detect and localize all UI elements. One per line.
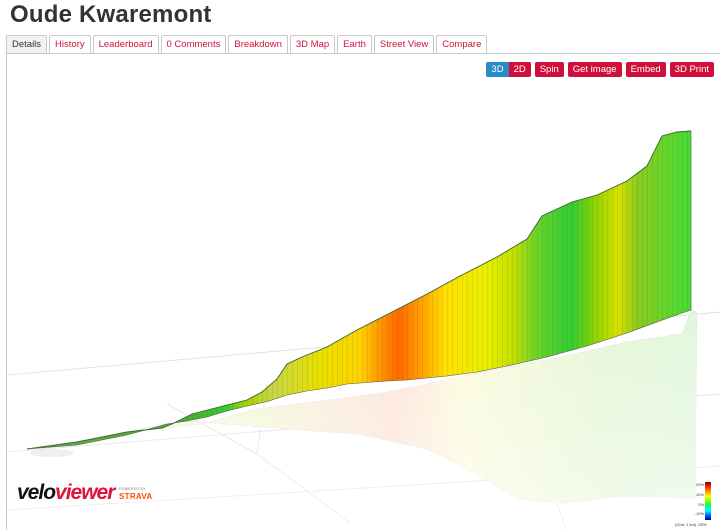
tab-street-view[interactable]: Street View [373, 35, 435, 53]
tab-3d-map[interactable]: 3D Map [289, 35, 336, 53]
legend-label-20: 20% [695, 482, 704, 487]
view-3d-button[interactable]: 3D [486, 62, 509, 77]
tab-bar: Details History Leaderboard 0 Comments B… [6, 35, 489, 53]
profile-panel: 3D 2D Spin Get image Embed 3D Print velo… [6, 53, 720, 530]
tab-earth[interactable]: Earth [337, 35, 372, 53]
legend-label-10: 10% [695, 492, 704, 497]
elevation-profile-3d[interactable] [7, 54, 720, 530]
strava-logo: STRAVA [119, 492, 153, 501]
spin-button[interactable]: Spin [534, 62, 564, 77]
tab-breakdown[interactable]: Breakdown [228, 35, 288, 53]
veloviewer-logo: veloviewer [17, 481, 115, 504]
tab-history[interactable]: History [49, 35, 91, 53]
logo-velo: velo [17, 481, 56, 504]
tab-compare[interactable]: Compare [436, 35, 488, 53]
page-title: Oude Kwaremont [10, 1, 212, 28]
3d-print-button[interactable]: 3D Print [669, 62, 714, 77]
tab-details[interactable]: Details [6, 35, 48, 53]
logo-viewer: viewer [55, 481, 115, 504]
legend-grid-note: (Grid: 1 km) -25% [675, 522, 707, 527]
view-2d-button[interactable]: 2D [508, 62, 531, 77]
powered-by-label: POWERED BY [119, 487, 146, 491]
tab-comments[interactable]: 0 Comments [160, 35, 227, 53]
legend-label-0: 0% [698, 502, 704, 507]
view-toolbar: 3D 2D Spin Get image Embed 3D Print [486, 62, 714, 77]
gradient-legend-bar [705, 482, 711, 520]
embed-button[interactable]: Embed [625, 62, 666, 77]
get-image-button[interactable]: Get image [567, 62, 622, 77]
tab-leaderboard[interactable]: Leaderboard [92, 35, 159, 53]
legend-label-minus10: -10% [694, 511, 704, 516]
